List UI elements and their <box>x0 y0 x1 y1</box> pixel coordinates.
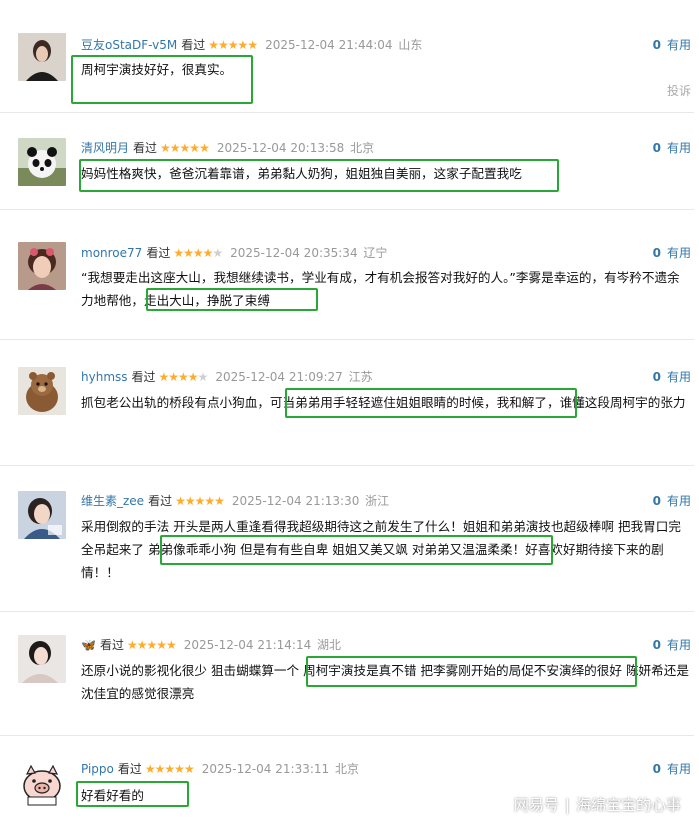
vote-count: 0 <box>652 370 661 384</box>
divider <box>0 465 694 466</box>
comment-time: 2025-12-04 20:13:58 <box>216 141 345 155</box>
useful-button[interactable]: 有用 <box>667 370 691 384</box>
watched-label: 看过 <box>131 370 156 384</box>
comment-location: 山东 <box>398 38 423 52</box>
watched-label: 看过 <box>181 38 206 52</box>
avatar[interactable] <box>18 242 66 290</box>
comment-text: 还原小说的影视化很少 狙击蝴蝶算一个 周柯宇演技是真不错 把李雾刚开始的局促不安… <box>81 663 689 701</box>
useful-vote[interactable]: 0 有用 <box>653 492 691 510</box>
watched-label: 看过 <box>133 141 158 155</box>
divider <box>0 611 694 612</box>
divider <box>0 112 694 113</box>
watched-label: 看过 <box>146 246 171 260</box>
comment-text: 妈妈性格爽快，爸爸沉着靠谱，弟弟黏人奶狗，姐姐独自美丽，这家子配置我吃 <box>81 166 522 181</box>
avatar[interactable] <box>18 138 66 186</box>
avatar[interactable] <box>18 491 66 539</box>
comment-time: 2025-12-04 21:13:30 <box>231 494 360 508</box>
comment-text: “我想要走出这座大山，我想继续读书，学业有成，才有机会报答对我好的人。”李雾是幸… <box>81 270 680 308</box>
rating-stars: ★★★★★ <box>173 246 223 260</box>
avatar[interactable] <box>18 367 66 415</box>
useful-vote[interactable]: 0 有用 <box>653 636 691 654</box>
avatar[interactable] <box>18 33 66 81</box>
rating-stars: ★★★★★ <box>144 762 195 776</box>
comment-time: 2025-12-04 21:44:04 <box>265 38 393 52</box>
comment-location: 北京 <box>334 762 359 776</box>
rating-stars: ★★★★★ <box>126 638 177 652</box>
avatar[interactable] <box>18 760 66 808</box>
rating-stars: ★★★★★ <box>160 141 210 155</box>
divider <box>0 209 694 210</box>
useful-vote[interactable]: 0 有用 <box>653 36 691 54</box>
comment-time: 2025-12-04 20:35:34 <box>230 246 358 260</box>
divider <box>0 735 694 736</box>
username-link[interactable]: monroe77 <box>81 246 142 260</box>
vote-count: 0 <box>652 762 661 776</box>
useful-button[interactable]: 有用 <box>667 638 691 652</box>
report-link[interactable]: 投诉 <box>667 82 691 99</box>
rating-stars: ★★★★★ <box>175 494 225 508</box>
username-link[interactable]: 🦋 <box>81 638 96 652</box>
watched-label: 看过 <box>99 638 124 652</box>
rating-stars: ★★★★★ <box>158 370 209 384</box>
comment-time: 2025-12-04 21:33:11 <box>201 762 330 776</box>
useful-button[interactable]: 有用 <box>667 762 691 776</box>
avatar[interactable] <box>18 635 66 683</box>
watermark-brand: 网易号 <box>513 796 559 814</box>
useful-button[interactable]: 有用 <box>667 38 691 52</box>
divider <box>0 339 694 340</box>
comment-location: 北京 <box>350 141 375 155</box>
watermark: 网易号 | 海绵宝宝的心事 <box>513 796 681 814</box>
comment-location: 湖北 <box>317 638 342 652</box>
vote-count: 0 <box>652 141 661 155</box>
useful-vote[interactable]: 0 有用 <box>653 368 691 386</box>
comment-time: 2025-12-04 21:14:14 <box>183 638 312 652</box>
watched-label: 看过 <box>117 762 142 776</box>
useful-button[interactable]: 有用 <box>667 494 691 508</box>
username-link[interactable]: 清风明月 <box>81 141 129 155</box>
rating-stars: ★★★★★ <box>208 38 258 52</box>
username-link[interactable]: hyhmss <box>81 370 128 384</box>
comment-text: 抓包老公出轨的桥段有点小狗血，可当弟弟用手轻轻遮住姐姐眼睛的时候，我和解了，谁懂… <box>81 395 686 410</box>
comment-text: 采用倒叙的手法 开头是两人重逢看得我超级期待这之前发生了什么！姐姐和弟弟演技也超… <box>81 519 681 580</box>
vote-count: 0 <box>652 494 661 508</box>
vote-count: 0 <box>652 38 661 52</box>
useful-button[interactable]: 有用 <box>667 246 691 260</box>
username-link[interactable]: 豆友oStaDF-v5M <box>81 38 177 52</box>
useful-vote[interactable]: 0 有用 <box>653 244 691 262</box>
vote-count: 0 <box>652 246 661 260</box>
comment-text: 周柯宇演技好好，很真实。 <box>81 62 233 77</box>
comment-location: 辽宁 <box>363 246 388 260</box>
vote-count: 0 <box>652 638 661 652</box>
watermark-account: 海绵宝宝的心事 <box>575 796 681 814</box>
username-link[interactable]: 维生素_zee <box>81 494 144 508</box>
username-link[interactable]: Pippo <box>81 762 114 776</box>
watched-label: 看过 <box>148 494 173 508</box>
comment-location: 江苏 <box>348 370 373 384</box>
useful-vote[interactable]: 0 有用 <box>653 760 691 778</box>
comment-location: 浙江 <box>365 494 390 508</box>
useful-button[interactable]: 有用 <box>667 141 691 155</box>
useful-vote[interactable]: 0 有用 <box>653 139 691 157</box>
comment-time: 2025-12-04 21:09:27 <box>215 370 343 384</box>
